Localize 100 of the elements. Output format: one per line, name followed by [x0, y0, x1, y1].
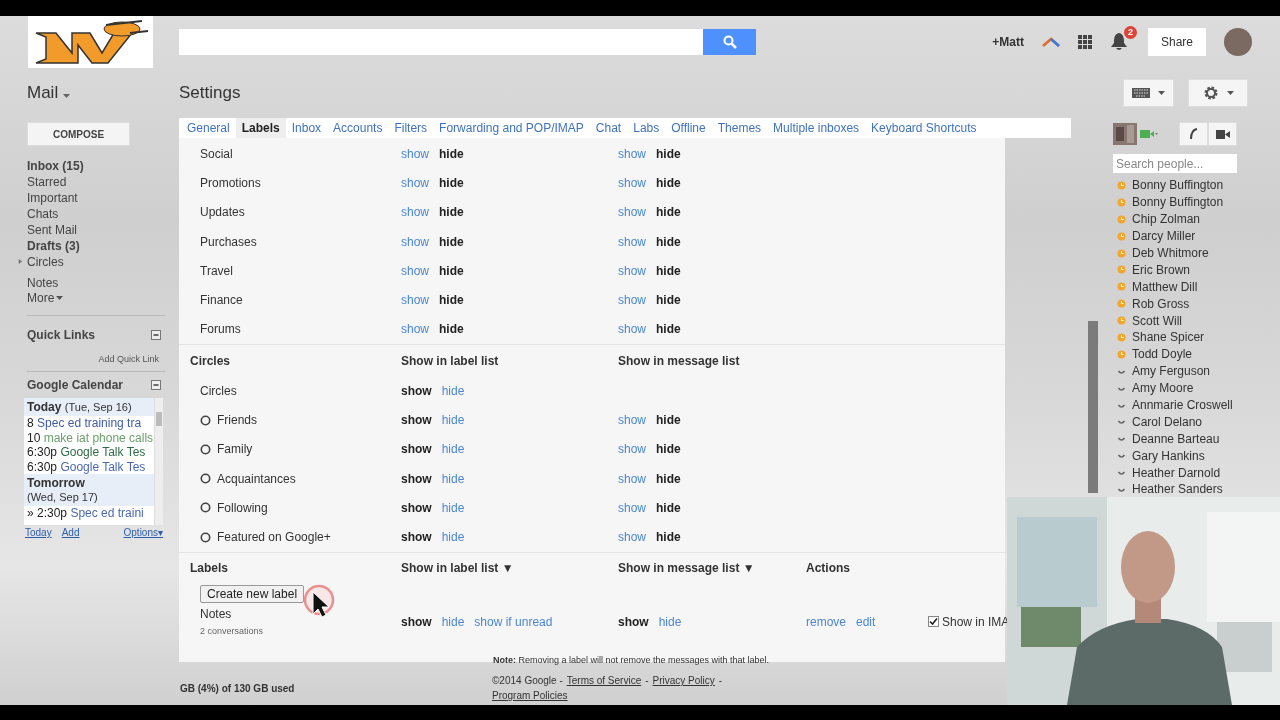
option-link[interactable]: show if unread: [474, 614, 553, 629]
nav-item[interactable]: Chats: [0, 206, 179, 222]
contact-item[interactable]: Amy Ferguson: [1113, 362, 1241, 380]
option-text[interactable]: hide: [656, 442, 681, 457]
option-text[interactable]: show: [401, 471, 432, 486]
contact-item[interactable]: Bonny Buffington: [1113, 193, 1241, 211]
option-text[interactable]: hide: [439, 322, 464, 337]
option-text[interactable]: hide: [656, 205, 681, 220]
contact-item[interactable]: Rob Gross: [1113, 295, 1241, 313]
contact-item[interactable]: Heather Darnold: [1113, 464, 1241, 482]
contact-item[interactable]: Bonny Buffington: [1113, 177, 1241, 194]
option-link[interactable]: show: [618, 471, 646, 486]
option-link[interactable]: show: [618, 500, 646, 515]
option-text[interactable]: show: [618, 614, 649, 629]
compose-button[interactable]: COMPOSE: [27, 122, 130, 146]
option-link[interactable]: hide: [441, 442, 465, 457]
settings-tab[interactable]: Forwarding and POP/IMAP: [433, 118, 590, 138]
option-link[interactable]: show: [618, 322, 646, 337]
nav-item[interactable]: Important: [0, 190, 179, 206]
nav-item[interactable]: Notes: [0, 275, 179, 291]
option-text[interactable]: show: [401, 442, 432, 457]
option-link[interactable]: show: [618, 146, 646, 161]
contact-item[interactable]: Shane Spicer: [1113, 329, 1241, 346]
checkbox[interactable]: [928, 616, 939, 628]
option-link[interactable]: show: [618, 530, 646, 545]
nav-item[interactable]: Starred: [0, 174, 179, 190]
option-link[interactable]: hide: [441, 614, 465, 629]
create-label-button[interactable]: Create new label: [200, 584, 305, 603]
option-link[interactable]: hide: [658, 614, 682, 629]
options-link[interactable]: Options▾: [123, 527, 163, 538]
option-text[interactable]: show: [401, 500, 432, 515]
option-link[interactable]: hide: [441, 413, 465, 427]
scrollbar[interactable]: [1088, 321, 1098, 493]
contact-item[interactable]: Deanne Barteau: [1113, 430, 1241, 448]
footer-link[interactable]: Privacy Policy: [652, 675, 715, 686]
search-field[interactable]: [179, 29, 703, 55]
contact-item[interactable]: Amy Moore: [1113, 379, 1241, 397]
option-link[interactable]: show: [401, 146, 429, 161]
contact-item[interactable]: Annmarie Croswell: [1113, 396, 1241, 414]
option-link[interactable]: show: [618, 293, 646, 308]
option-text[interactable]: hide: [656, 530, 681, 545]
option-link[interactable]: hide: [441, 471, 465, 486]
option-text[interactable]: hide: [439, 293, 464, 308]
contact-item[interactable]: Scott Will: [1113, 312, 1241, 329]
apps-icon[interactable]: [1077, 35, 1092, 49]
contact-item[interactable]: Chip Zolman: [1113, 210, 1241, 228]
contact-item[interactable]: Carol Delano: [1113, 413, 1241, 431]
option-text[interactable]: hide: [439, 146, 464, 161]
option-link[interactable]: show: [618, 234, 646, 249]
settings-tab[interactable]: Multiple inboxes: [767, 118, 866, 138]
option-text[interactable]: hide: [656, 263, 681, 278]
option-text[interactable]: hide: [656, 146, 681, 161]
settings-tab[interactable]: Offline: [665, 118, 712, 138]
search-button[interactable]: [703, 29, 756, 55]
calendar-link[interactable]: Add: [61, 527, 80, 538]
bell-icon[interactable]: [1109, 32, 1128, 52]
contact-item[interactable]: Gary Hankins: [1113, 447, 1241, 465]
search-people-field[interactable]: Search people...: [1113, 154, 1237, 173]
option-link[interactable]: show: [401, 263, 429, 278]
footer-link[interactable]: Program Policies: [492, 690, 568, 701]
collapse-icon[interactable]: [151, 330, 161, 340]
add-quick-link[interactable]: Add Quick Link: [0, 354, 159, 364]
calendar-event[interactable]: 6:30p Google Talk Tes: [24, 459, 154, 474]
option-link[interactable]: hide: [441, 500, 465, 515]
calendar-event[interactable]: 8 Spec ed training tra: [24, 416, 154, 431]
option-link[interactable]: show: [618, 175, 646, 190]
option-text[interactable]: hide: [656, 471, 681, 486]
option-link[interactable]: show: [618, 413, 646, 427]
triangle-icon[interactable]: [1041, 37, 1060, 47]
settings-tab[interactable]: Keyboard Shortcuts: [865, 118, 983, 138]
option-text[interactable]: hide: [656, 413, 681, 427]
option-text[interactable]: hide: [656, 500, 681, 515]
option-text[interactable]: show: [401, 383, 432, 398]
contact-item[interactable]: Eric Brown: [1113, 261, 1241, 279]
option-text[interactable]: hide: [656, 293, 681, 308]
more-menu[interactable]: More: [0, 291, 179, 305]
option-link[interactable]: show: [618, 205, 646, 220]
scrollbar[interactable]: [154, 398, 163, 525]
expand-arrow-icon[interactable]: [18, 258, 23, 265]
settings-tab[interactable]: Labs: [627, 118, 666, 138]
settings-button[interactable]: [1188, 79, 1248, 107]
nav-item[interactable]: Drafts (3): [0, 238, 179, 254]
option-text[interactable]: show: [401, 530, 432, 545]
option-link[interactable]: show: [401, 322, 429, 337]
calendar-event[interactable]: 6:30p Google Talk Tes: [24, 445, 154, 460]
avatar-icon[interactable]: [1224, 28, 1252, 56]
option-text[interactable]: show: [401, 413, 432, 427]
contact-item[interactable]: Deb Whitmore: [1113, 244, 1241, 262]
nav-item[interactable]: Sent Mail: [0, 222, 179, 238]
option-text[interactable]: hide: [656, 234, 681, 249]
option-link[interactable]: show: [401, 293, 429, 308]
settings-tab[interactable]: Labels: [235, 118, 286, 138]
contact-item[interactable]: Matthew Dill: [1113, 278, 1241, 296]
keyboard-button[interactable]: [1123, 79, 1174, 107]
contact-item[interactable]: Darcy Miller: [1113, 227, 1241, 245]
option-text[interactable]: hide: [656, 175, 681, 190]
option-text[interactable]: hide: [439, 205, 464, 220]
option-link[interactable]: show: [618, 442, 646, 457]
nav-item[interactable]: Inbox (15): [0, 158, 179, 174]
phone-button[interactable]: [1179, 122, 1208, 146]
